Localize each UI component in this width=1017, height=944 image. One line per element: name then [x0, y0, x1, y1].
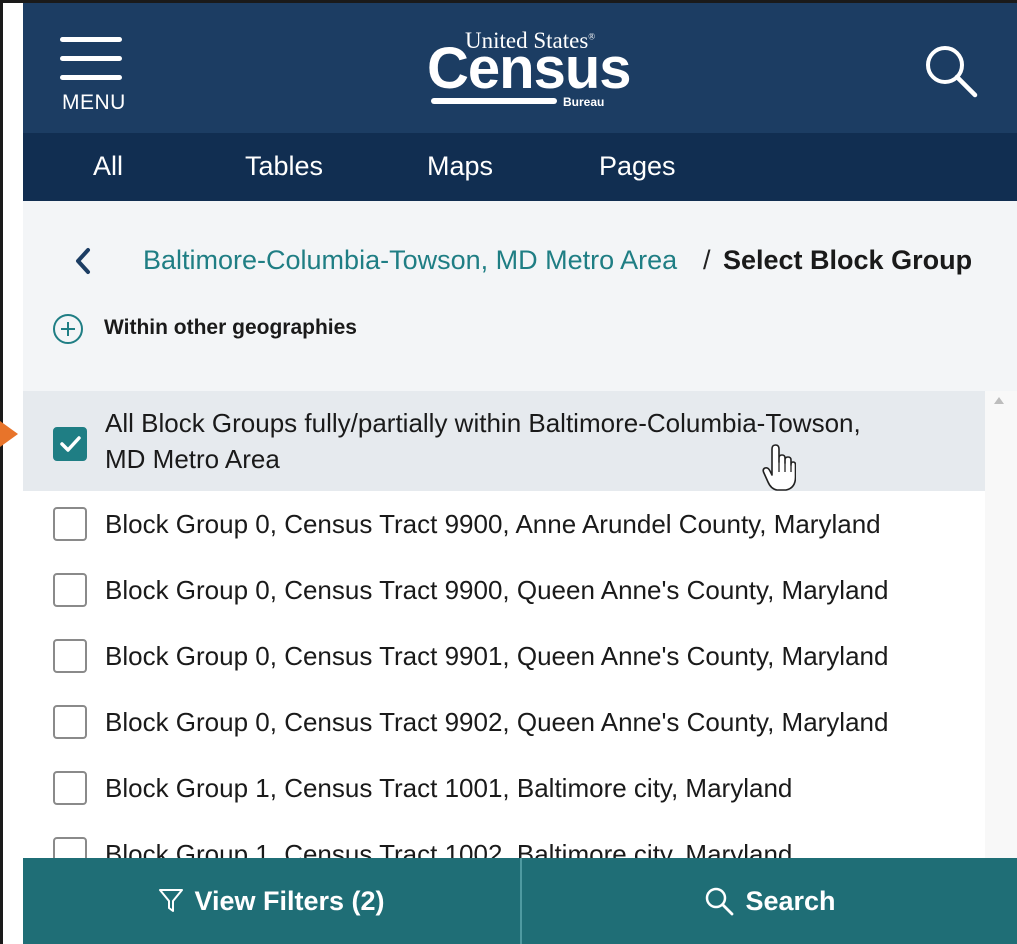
list-item-label: Block Group 1, Census Tract 1001, Baltim…: [105, 773, 793, 803]
site-header: MENU United States® Census Bureau: [23, 3, 1017, 133]
breadcrumb: Baltimore-Columbia-Towson, MD Metro Area…: [23, 241, 1017, 281]
list-item-label: Block Group 0, Census Tract 9902, Queen …: [105, 707, 889, 737]
list-item[interactable]: Block Group 0, Census Tract 9900, Anne A…: [23, 491, 985, 557]
hamburger-icon-bar: [60, 75, 122, 80]
search-icon: [706, 887, 734, 916]
logo-bureau: Bureau: [563, 95, 605, 109]
list-item[interactable]: Block Group 0, Census Tract 9902, Queen …: [23, 689, 985, 755]
logo-underline: [431, 98, 557, 104]
bottom-action-bar: View Filters (2) Search: [23, 858, 1017, 944]
search-label: Search: [745, 885, 836, 916]
tab-all[interactable]: All: [93, 151, 123, 182]
list-item-label: Block Group 0, Census Tract 9900, Anne A…: [105, 509, 881, 539]
list-item-label: Block Group 0, Census Tract 9901, Queen …: [105, 641, 889, 671]
hand-cursor-icon: [762, 444, 796, 491]
checkmark-icon: [60, 436, 81, 452]
list-item-label: All Block Groups fully/partially within …: [105, 405, 861, 477]
tab-maps[interactable]: Maps: [427, 151, 493, 182]
checkbox[interactable]: [53, 837, 87, 858]
tab-tables[interactable]: Tables: [245, 151, 323, 182]
checkbox[interactable]: [53, 639, 87, 673]
census-logo[interactable]: United States® Census Bureau: [427, 23, 632, 119]
search-button[interactable]: Search: [522, 858, 1017, 944]
app-frame: MENU United States® Census Bureau All Ta…: [0, 0, 1017, 944]
frame-border-top: [0, 0, 1017, 3]
list-item-label-line2: MD Metro Area: [105, 444, 280, 474]
breadcrumb-separator: /: [703, 245, 711, 275]
view-filters-button[interactable]: View Filters (2): [23, 858, 520, 944]
block-group-list: All Block Groups fully/partially within …: [23, 391, 985, 858]
list-item[interactable]: Block Group 0, Census Tract 9901, Queen …: [23, 623, 985, 689]
menu-button[interactable]: MENU: [60, 31, 130, 121]
list-item-all-block-groups[interactable]: All Block Groups fully/partially within …: [23, 391, 985, 491]
view-filters-label: View Filters (2): [194, 885, 385, 916]
checkbox[interactable]: [53, 507, 87, 541]
annotation-pointer-arrow: [0, 421, 18, 447]
list-item-label: Block Group 0, Census Tract 9900, Queen …: [105, 575, 889, 605]
list-scrollbar[interactable]: [985, 391, 1017, 858]
list-item-label-line1: All Block Groups fully/partially within …: [105, 408, 861, 438]
checkbox[interactable]: [53, 771, 87, 805]
geography-panel: Baltimore-Columbia-Towson, MD Metro Area…: [23, 201, 1017, 858]
list-item[interactable]: Block Group 1, Census Tract 1001, Baltim…: [23, 755, 985, 821]
checkbox[interactable]: [53, 573, 87, 607]
plus-circle-icon: [53, 314, 83, 344]
within-other-geographies-label: Within other geographies: [104, 316, 357, 339]
list-item[interactable]: Block Group 1, Census Tract 1002, Baltim…: [23, 821, 985, 858]
list-item-label: Block Group 1, Census Tract 1002, Baltim…: [105, 839, 793, 858]
filter-icon: [159, 889, 184, 912]
tab-pages[interactable]: Pages: [599, 151, 676, 182]
search-type-tabs: All Tables Maps Pages: [23, 133, 1017, 201]
hamburger-icon: [60, 37, 122, 42]
back-chevron-icon[interactable]: [71, 245, 95, 277]
hamburger-icon-bar: [60, 56, 122, 61]
logo-census-wordmark: Census: [427, 36, 632, 101]
scroll-up-arrow-icon[interactable]: [994, 397, 1004, 404]
checkbox[interactable]: [53, 705, 87, 739]
checkbox-checked[interactable]: [53, 427, 87, 461]
search-icon[interactable]: [921, 41, 981, 101]
menu-label: MENU: [62, 91, 126, 114]
frame-border-left: [0, 0, 3, 944]
list-item[interactable]: Block Group 0, Census Tract 9900, Queen …: [23, 557, 985, 623]
breadcrumb-current: Select Block Group: [723, 245, 973, 275]
breadcrumb-link-metro-area[interactable]: Baltimore-Columbia-Towson, MD Metro Area: [143, 245, 677, 276]
